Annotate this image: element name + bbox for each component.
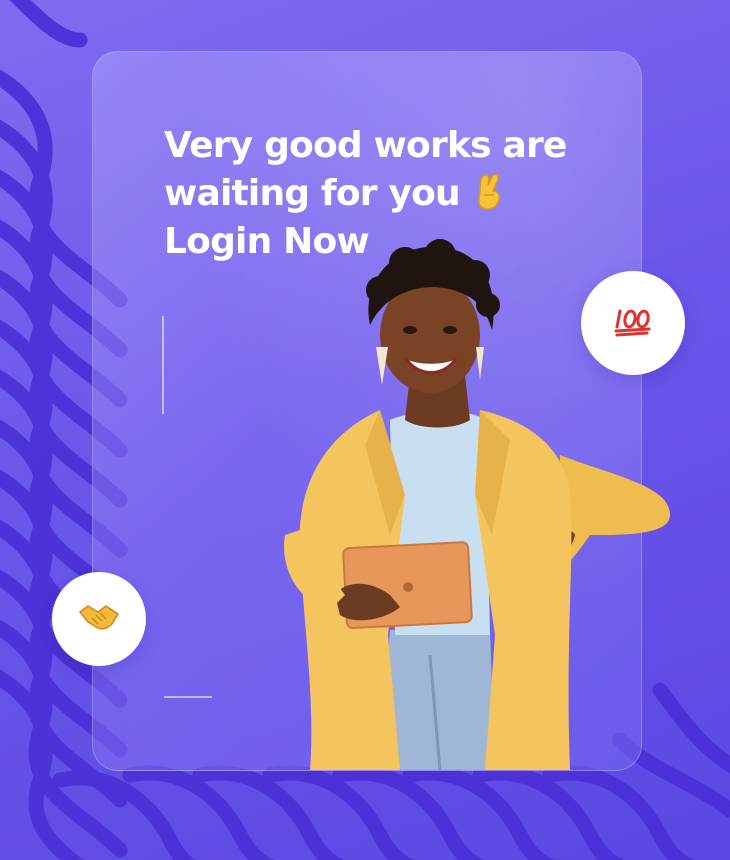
headline-line-1: Very good works are xyxy=(164,125,567,166)
hundred-points-icon xyxy=(613,303,653,343)
vertical-divider xyxy=(162,316,164,414)
hundred-points-badge xyxy=(581,271,685,375)
handshake-badge xyxy=(52,572,146,666)
crossed-fingers-icon xyxy=(472,173,506,214)
headline-line-2-wrap: waiting for you xyxy=(164,170,584,218)
login-hero-panel: Very good works are waiting for you Logi… xyxy=(0,0,730,860)
horizontal-divider xyxy=(164,696,212,698)
handshake-icon xyxy=(78,600,120,638)
headline-line-2: waiting for you xyxy=(164,173,461,214)
